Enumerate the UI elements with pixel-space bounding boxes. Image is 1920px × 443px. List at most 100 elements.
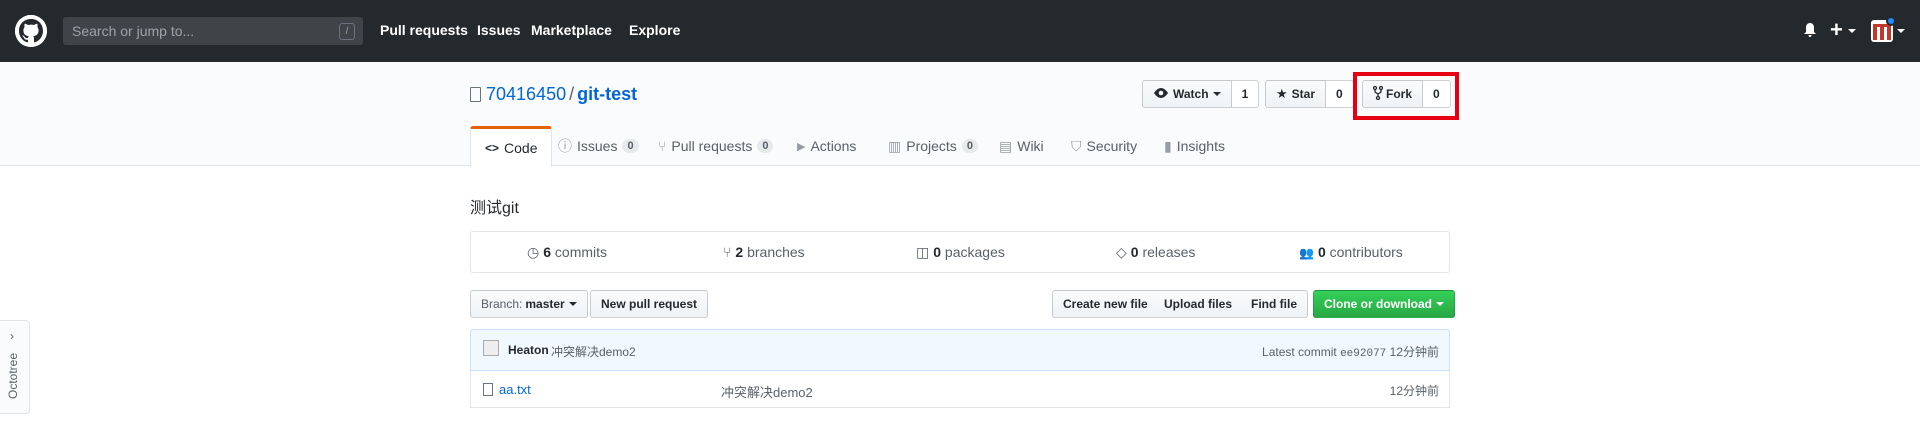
notification-dot-icon bbox=[1886, 16, 1896, 26]
find-file-button[interactable]: Find file bbox=[1241, 290, 1308, 318]
tab-wiki-label: Wiki bbox=[1017, 138, 1044, 154]
clone-caret-icon bbox=[1436, 302, 1444, 306]
tab-actions-label: Actions bbox=[810, 138, 857, 154]
branch-caret-icon bbox=[568, 302, 577, 306]
repo-name-link[interactable]: git-test bbox=[577, 84, 637, 104]
releases-count: 0 bbox=[1130, 244, 1139, 260]
watch-count[interactable]: 1 bbox=[1231, 80, 1260, 108]
project-icon: ▥ bbox=[888, 137, 902, 154]
history-icon: ◷ bbox=[527, 244, 540, 260]
bell-icon[interactable] bbox=[1803, 22, 1817, 41]
star-count[interactable]: 0 bbox=[1326, 80, 1354, 108]
tab-wiki[interactable]: ▤ Wiki bbox=[999, 126, 1044, 166]
contributors-label: contributors bbox=[1329, 244, 1403, 260]
packages-count: 0 bbox=[933, 244, 942, 260]
nav-marketplace[interactable]: Marketplace bbox=[531, 22, 612, 38]
star-label: Star bbox=[1291, 87, 1315, 101]
file-commit-message[interactable]: 冲突解决demo2 bbox=[721, 382, 813, 401]
commit-author[interactable]: Heaton bbox=[508, 343, 549, 357]
branches-label: branches bbox=[747, 244, 805, 260]
tab-pull-requests[interactable]: ⑂ Pull requests 0 bbox=[658, 126, 774, 166]
commit-age: 12分钟前 bbox=[1389, 345, 1439, 359]
search-input[interactable] bbox=[63, 17, 363, 45]
new-pull-request-button[interactable]: New pull request bbox=[590, 290, 709, 318]
issue-icon: ⓘ bbox=[558, 138, 572, 154]
packages-link[interactable]: ◫ 0 packages bbox=[916, 244, 1005, 261]
repo-owner-link[interactable]: 70416450 bbox=[486, 84, 566, 104]
watch-button-group: Watch 1 bbox=[1142, 80, 1260, 108]
clone-label: Clone or download bbox=[1324, 297, 1432, 311]
tab-insights[interactable]: ▮ Insights bbox=[1164, 126, 1225, 166]
tab-pull-requests-count: 0 bbox=[757, 139, 774, 153]
branches-link[interactable]: ⑂ 2 branches bbox=[723, 244, 805, 260]
nav-issues[interactable]: Issues bbox=[477, 22, 521, 38]
packages-label: packages bbox=[944, 244, 1005, 260]
search-box[interactable]: / bbox=[63, 17, 363, 45]
tab-projects[interactable]: ▥ Projects 0 bbox=[888, 126, 978, 166]
releases-link[interactable]: ◇ 0 releases bbox=[1116, 244, 1195, 261]
file-age: 12分钟前 bbox=[1389, 384, 1439, 398]
github-logo-icon[interactable] bbox=[15, 15, 47, 47]
star-button[interactable]: ★ Star bbox=[1265, 80, 1326, 108]
eye-icon bbox=[1153, 87, 1169, 101]
create-new-file-button[interactable]: Create new file bbox=[1052, 290, 1159, 318]
file-name-link[interactable]: aa.txt bbox=[499, 382, 531, 397]
people-icon: 👥 bbox=[1299, 246, 1314, 260]
nav-pull-requests[interactable]: Pull requests bbox=[380, 22, 468, 38]
package-icon: ◫ bbox=[916, 244, 930, 260]
user-menu-caret-icon[interactable] bbox=[1897, 29, 1905, 33]
commits-link[interactable]: ◷ 6 commits bbox=[527, 244, 607, 261]
branch-icon: ⑂ bbox=[723, 244, 732, 260]
watch-caret-icon bbox=[1212, 92, 1221, 96]
octotree-toggle[interactable]: › Octotree bbox=[0, 320, 30, 414]
tab-projects-label: Projects bbox=[906, 138, 957, 154]
tab-actions[interactable]: ▶ Actions bbox=[797, 126, 856, 166]
book-icon: ▤ bbox=[999, 137, 1013, 154]
commits-count: 6 bbox=[543, 244, 552, 260]
commits-label: commits bbox=[554, 244, 608, 260]
new-menu-caret-icon bbox=[1848, 29, 1856, 33]
watch-label: Watch bbox=[1173, 87, 1209, 101]
plus-icon[interactable]: + bbox=[1830, 17, 1843, 43]
tag-icon: ◇ bbox=[1116, 244, 1127, 260]
repo-icon bbox=[470, 87, 481, 102]
contributors-count: 0 bbox=[1317, 244, 1326, 260]
fork-highlight-annotation bbox=[1353, 72, 1459, 120]
tab-pull-requests-label: Pull requests bbox=[671, 138, 753, 154]
branch-select-button[interactable]: Branch: master bbox=[470, 290, 588, 318]
tab-security[interactable]: ⛉ Security bbox=[1071, 126, 1137, 166]
graph-icon: ▮ bbox=[1164, 137, 1172, 154]
code-icon: <> bbox=[485, 141, 500, 155]
tab-code[interactable]: <> Code bbox=[470, 126, 553, 167]
latest-commit-label: Latest commit bbox=[1262, 345, 1337, 359]
tab-projects-count: 0 bbox=[961, 139, 978, 153]
file-icon bbox=[483, 383, 493, 396]
octotree-label: Octotree bbox=[6, 352, 20, 399]
watch-button[interactable]: Watch bbox=[1142, 80, 1232, 108]
branch-name: master bbox=[525, 297, 565, 311]
chevron-right-icon: › bbox=[10, 329, 14, 343]
numbers-summary: ◷ 6 commits ⑂ 2 branches ◫ 0 packages ◇ 0 re… bbox=[470, 231, 1450, 273]
pull-request-icon: ⑂ bbox=[658, 138, 667, 154]
repo-description: 测试git bbox=[470, 200, 519, 217]
repo-title: 70416450/git-test bbox=[470, 84, 637, 105]
latest-commit-bar: Heaton 冲突解决demo2 Latest commit ee92077 1… bbox=[470, 329, 1450, 371]
branches-count: 2 bbox=[735, 244, 744, 260]
upload-files-button[interactable]: Upload files bbox=[1154, 290, 1244, 318]
commit-message[interactable]: 冲突解决demo2 bbox=[551, 343, 636, 360]
releases-label: releases bbox=[1142, 244, 1196, 260]
star-icon: ★ bbox=[1276, 86, 1288, 101]
clone-download-button[interactable]: Clone or download bbox=[1313, 290, 1455, 318]
star-button-group: ★ Star 0 bbox=[1265, 80, 1354, 108]
commit-author-avatar[interactable] bbox=[483, 340, 499, 356]
search-hotkey-hint: / bbox=[339, 23, 355, 40]
contributors-link[interactable]: 👥 0 contributors bbox=[1299, 244, 1403, 260]
commit-sha[interactable]: ee92077 bbox=[1340, 348, 1386, 360]
nav-explore[interactable]: Explore bbox=[629, 22, 680, 38]
play-icon: ▶ bbox=[797, 140, 806, 153]
tab-issues-count: 0 bbox=[622, 139, 639, 153]
tab-issues[interactable]: ⓘ Issues 0 bbox=[558, 126, 639, 166]
file-row: aa.txt 冲突解决demo2 12分钟前 bbox=[470, 370, 1450, 408]
shield-icon: ⛉ bbox=[1071, 137, 1082, 154]
tab-security-label: Security bbox=[1086, 138, 1138, 154]
